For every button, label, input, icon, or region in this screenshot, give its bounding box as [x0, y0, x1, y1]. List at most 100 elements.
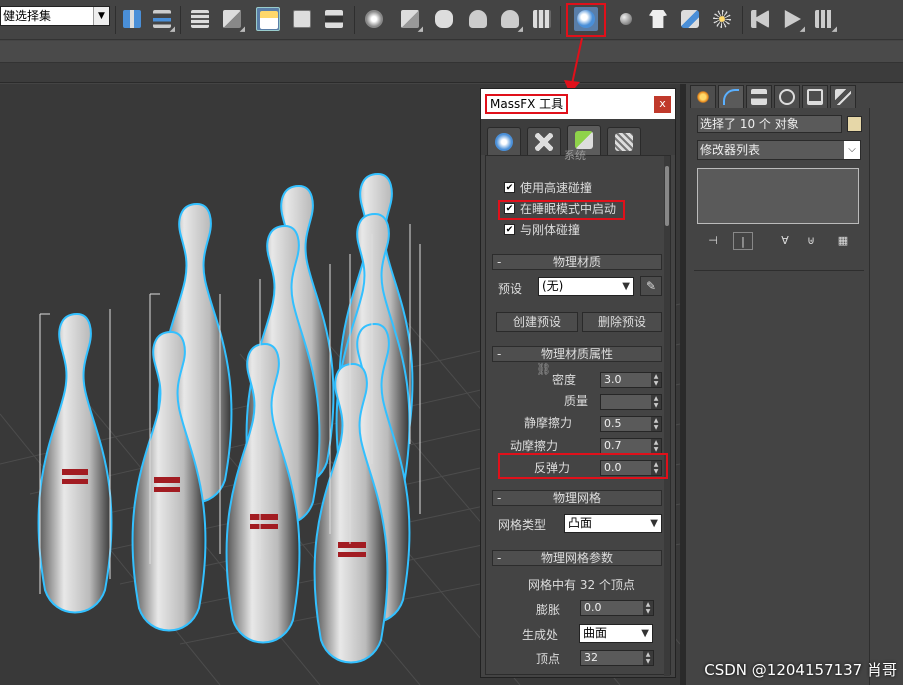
pin-icon: ⊣ — [708, 234, 718, 247]
mirror-button[interactable] — [120, 7, 144, 31]
explode-button[interactable] — [710, 7, 734, 31]
modifier-list-dropdown[interactable]: 修改器列表 ⌵ — [697, 140, 861, 160]
environment-button[interactable] — [530, 7, 554, 31]
scene-explorer-button[interactable]: ◢ — [220, 7, 245, 33]
viewport-header-strip — [0, 63, 903, 83]
collapsed-rollout-heading: 系统 — [564, 149, 586, 162]
layer-explorer-button[interactable] — [256, 7, 280, 31]
rendered-frame-icon — [435, 10, 453, 28]
rigid-body-button[interactable] — [614, 7, 638, 31]
inflation-spinner[interactable]: 0.0 ▲ ▼ — [580, 600, 654, 616]
toolbar-separator — [742, 6, 743, 34]
tab-create[interactable] — [690, 85, 716, 108]
eyedropper-button[interactable]: ✎ — [640, 276, 662, 296]
show-end-result-button[interactable]: | — [733, 232, 753, 250]
density-spinner[interactable]: 3.0 ▲ ▼ — [600, 372, 662, 388]
mass-spinner[interactable]: ▲ ▼ — [600, 394, 662, 410]
delete-preset-button[interactable]: 删除预设 — [582, 312, 662, 332]
tab-simulation-tools[interactable] — [527, 127, 561, 155]
annotation-arrow — [564, 37, 583, 94]
close-button[interactable]: x — [654, 96, 671, 113]
mesh-type-dropdown[interactable]: 凸面 ▼ — [564, 514, 662, 533]
spinner-arrows-icon[interactable]: ▲ ▼ — [651, 417, 661, 431]
remove-modifier-button[interactable]: ⊎ — [801, 232, 821, 250]
checkbox-use-high-velocity-collisions[interactable]: ✔ 使用高速碰撞 — [504, 180, 592, 196]
bounciness-spinner[interactable]: 0.0 ▲ ▼ — [600, 460, 662, 476]
spinner-arrows-icon[interactable]: ▲ ▼ — [651, 373, 661, 387]
tab-display[interactable] — [802, 85, 828, 108]
curve-editor-button[interactable] — [290, 7, 314, 31]
rollout-physical-mesh-parameters[interactable]: - 物理网格参数 — [492, 550, 662, 566]
inflation-label: 膨胀 — [536, 603, 561, 617]
bowling-pins[interactable] — [37, 172, 414, 664]
schematic-view-icon — [325, 10, 343, 28]
align-button[interactable]: ◢ — [150, 7, 175, 33]
tab-display-options[interactable] — [607, 127, 641, 155]
rollout-title: 物理材质 — [552, 255, 601, 269]
spinner-arrows-icon[interactable]: ▲ ▼ — [651, 395, 661, 409]
render-iterative-button[interactable]: ◢ — [498, 7, 523, 33]
bowling-pin[interactable] — [37, 312, 113, 614]
pin-stack-button[interactable]: ⊣ — [703, 232, 723, 250]
preset-dropdown[interactable]: (无) ▼ — [538, 277, 634, 296]
object-color-swatch[interactable] — [847, 116, 862, 132]
rollout-physical-material-properties[interactable]: - 物理材质属性 — [492, 346, 662, 362]
static-friction-spinner[interactable]: 0.5 ▲ ▼ — [600, 416, 662, 432]
rollout-physical-mesh[interactable]: - 物理网格 — [492, 490, 662, 506]
scrollbar-thumb[interactable] — [665, 166, 669, 226]
material-editor-button[interactable] — [362, 7, 386, 31]
config-icon: ▦ — [837, 234, 849, 247]
modify-icon — [723, 89, 739, 105]
spinner-arrows-icon[interactable]: ▲ ▼ — [643, 601, 653, 615]
cloth-icon — [649, 10, 667, 28]
checkbox[interactable]: ✔ — [504, 224, 515, 235]
anim-start-icon — [751, 10, 769, 28]
highlight-box — [498, 200, 625, 220]
density-value: 3.0 — [604, 373, 622, 386]
tab-utilities[interactable] — [830, 85, 856, 108]
density-label: 密度 — [552, 373, 577, 387]
checkbox-label: 使用高速碰撞 — [520, 181, 593, 195]
tools-icon — [535, 133, 553, 151]
rollout-title: 物理网格 — [552, 491, 601, 505]
vertices-spinner[interactable]: 32 ▲ ▼ — [580, 650, 654, 666]
render-setup-button[interactable]: ◢ — [398, 7, 423, 33]
constraint-button[interactable] — [678, 7, 702, 31]
checkbox-collide-with-rigid-bodies[interactable]: ✔ 与刚体碰撞 — [504, 222, 580, 238]
reset-simulation-button[interactable] — [748, 7, 772, 31]
mesh-type-value: 凸面 — [568, 516, 593, 530]
mcloth-button[interactable] — [646, 7, 670, 31]
modifier-stack-toolbar: ⊣ | ∀ ⊎ ▦ — [697, 230, 859, 252]
spinner-arrows-icon[interactable]: ▲ ▼ — [651, 461, 661, 475]
link-icon[interactable]: ⛓ — [536, 362, 551, 376]
render-button[interactable] — [466, 7, 490, 31]
panel-titlebar[interactable]: MassFX 工具 x — [481, 89, 675, 119]
material-editor-icon — [365, 10, 383, 28]
named-selection-set-dropdown[interactable]: 健选择集 ▼ — [0, 6, 110, 26]
generate-from-dropdown[interactable]: 曲面 ▼ — [579, 624, 653, 643]
start-simulation-button[interactable]: ◢ — [780, 7, 805, 33]
bake-button[interactable]: ◢ — [812, 7, 837, 33]
spinner-arrows-icon[interactable]: ▲ ▼ — [651, 439, 661, 453]
schematic-view-button[interactable] — [322, 7, 346, 31]
chevron-down-icon: ▼ — [622, 281, 630, 292]
tab-hierarchy[interactable] — [746, 85, 772, 108]
tab-world-parameters[interactable] — [487, 127, 521, 155]
scrollbar[interactable] — [664, 156, 670, 676]
make-unique-button[interactable]: ∀ — [775, 232, 795, 250]
tab-motion[interactable] — [774, 85, 800, 108]
rollout-title: 物理网格参数 — [540, 551, 613, 565]
rendered-frame-button[interactable] — [432, 7, 456, 31]
tab-modify[interactable] — [718, 85, 744, 108]
create-preset-button[interactable]: 创建预设 — [496, 312, 578, 332]
configure-modifier-sets-button[interactable]: ▦ — [833, 232, 853, 250]
checkbox[interactable]: ✔ — [504, 182, 515, 193]
dynamic-friction-spinner[interactable]: 0.7 ▲ ▼ — [600, 438, 662, 454]
curve-editor-icon — [293, 10, 311, 28]
layer-manager-button[interactable] — [188, 7, 212, 31]
preset-value: (无) — [542, 279, 564, 293]
modifier-stack[interactable] — [697, 168, 859, 224]
rollout-physical-material[interactable]: - 物理材质 — [492, 254, 662, 270]
object-name-field[interactable]: 选择了 10 个 对象 — [697, 115, 842, 133]
spinner-arrows-icon[interactable]: ▲ ▼ — [643, 651, 653, 665]
